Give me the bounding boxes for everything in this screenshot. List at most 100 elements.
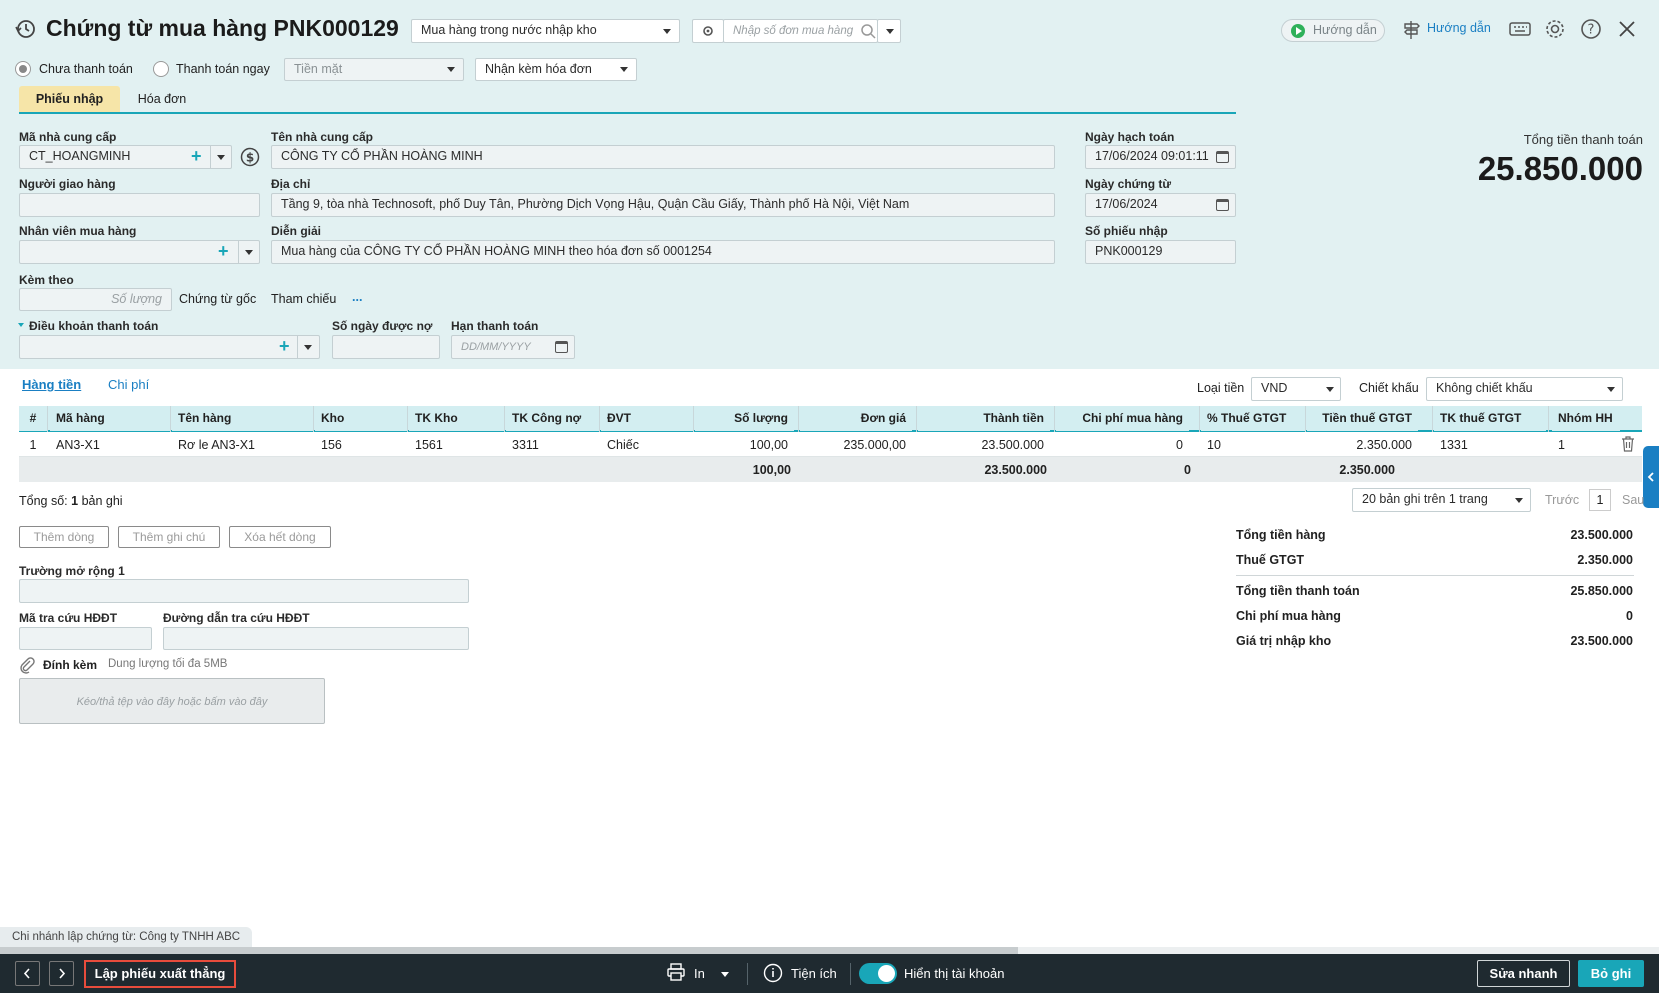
discard-button[interactable]: Bỏ ghi <box>1578 960 1644 987</box>
payment-terms-input[interactable] <box>19 335 320 359</box>
col-payable-account-header[interactable]: TK Công nợ <box>506 406 599 431</box>
einvoice-code-input[interactable] <box>19 627 152 650</box>
col-purchase-cost-header[interactable]: Chi phí mua hàng <box>1056 406 1189 431</box>
total-amount: 23.500.000 <box>984 463 1047 477</box>
collapse-caret-icon[interactable] <box>18 323 24 327</box>
utilities-button[interactable]: Tiện ích <box>791 954 837 993</box>
currency-icon[interactable]: $ <box>240 147 260 170</box>
order-settings-button[interactable] <box>692 19 724 43</box>
radio-unpaid[interactable] <box>15 61 31 77</box>
col-vat-rate-cell[interactable]: 10 <box>1201 433 1305 458</box>
col-warehouse-account-cell[interactable]: 1561 <box>409 433 504 458</box>
col-unit-header[interactable]: ĐVT <box>601 406 693 431</box>
calendar-icon[interactable] <box>555 341 568 353</box>
calendar-icon[interactable] <box>1216 151 1229 163</box>
col-unit-price-cell[interactable]: 235.000,00 <box>800 433 912 458</box>
einvoice-link-input[interactable] <box>163 627 469 650</box>
attached-quantity-input[interactable]: Số lượng <box>19 288 172 311</box>
purchase-type-select[interactable]: Mua hàng trong nước nhập kho <box>411 19 680 43</box>
ext-field-input[interactable] <box>19 579 469 603</box>
payment-method-select[interactable]: Tiền mặt <box>284 58 464 81</box>
help-icon[interactable]: ? <box>1580 18 1602 43</box>
trash-icon[interactable] <box>1621 436 1635 455</box>
col-product-group-header[interactable]: Nhóm HH <box>1552 406 1620 431</box>
page-number[interactable]: 1 <box>1589 489 1611 511</box>
prev-record-button[interactable] <box>15 961 40 986</box>
show-accounts-toggle[interactable] <box>859 963 897 984</box>
col-item-name-header[interactable]: Tên hàng <box>172 406 313 431</box>
chevron-down-icon[interactable] <box>245 250 253 255</box>
tab-goods-amount[interactable]: Hàng tiền <box>22 377 81 392</box>
add-row-button[interactable]: Thêm dòng <box>19 526 109 548</box>
discount-select[interactable]: Không chiết khấu <box>1426 377 1623 401</box>
order-search-input[interactable]: Nhập số đơn mua hàng <box>723 19 878 43</box>
video-guide-button[interactable]: Hướng dẫn <box>1281 19 1385 42</box>
col-amount-cell[interactable]: 23.500.000 <box>918 433 1050 458</box>
col-quantity-cell[interactable]: 100,00 <box>695 433 794 458</box>
tab-costs[interactable]: Chi phí <box>108 377 149 392</box>
print-button[interactable]: In <box>694 954 705 993</box>
col-warehouse-header[interactable]: Kho <box>315 406 407 431</box>
chevron-down-icon[interactable] <box>304 345 312 350</box>
col-vat-account-cell[interactable]: 1331 <box>1434 433 1546 458</box>
search-icon[interactable] <box>860 23 876 42</box>
supplier-name-input[interactable]: CÔNG TY CỔ PHẦN HOÀNG MINH <box>271 145 1055 169</box>
header-area <box>0 0 1659 369</box>
close-icon[interactable] <box>1617 19 1637 42</box>
col-item-code-header[interactable]: Mã hàng <box>50 406 170 431</box>
reference-link[interactable]: Tham chiếu <box>271 292 336 306</box>
col-product-group-cell[interactable]: 1 <box>1552 433 1620 458</box>
col-amount-header[interactable]: Thành tiền <box>918 406 1050 431</box>
file-drop-zone[interactable]: Kéo/thả tệp vào đây hoặc bấm vào đây <box>19 678 325 724</box>
next-record-button[interactable] <box>49 961 74 986</box>
receipt-no-input[interactable]: PNK000129 <box>1085 240 1236 264</box>
add-supplier-icon[interactable]: + <box>191 146 202 166</box>
col-unit-price-header[interactable]: Đơn giá <box>800 406 912 431</box>
credit-days-input[interactable] <box>332 335 440 359</box>
scrollbar-thumb[interactable] <box>0 947 1018 954</box>
description-input[interactable]: Mua hàng của CÔNG TY CỔ PHẦN HOÀNG MINH … <box>271 240 1055 264</box>
col-index-header[interactable]: # <box>19 406 47 431</box>
prev-page-button[interactable]: Trước <box>1545 493 1579 507</box>
tab-invoice-label: Hóa đơn <box>137 92 187 106</box>
page-size-select[interactable]: 20 bản ghi trên 1 trang <box>1352 488 1531 512</box>
horizontal-scrollbar[interactable] <box>0 947 1659 954</box>
doc-date-input[interactable]: 17/06/2024 <box>1085 193 1236 217</box>
chevron-down-icon[interactable] <box>217 155 225 160</box>
tab-receipt[interactable]: Phiếu nhập <box>19 86 120 112</box>
next-page-button[interactable]: Sau <box>1622 493 1644 507</box>
posting-date-input[interactable]: 17/06/2024 09:01:11 <box>1085 145 1236 169</box>
col-vat-rate-header[interactable]: % Thuế GTGT <box>1201 406 1305 431</box>
col-vat-amount-cell[interactable]: 2.350.000 <box>1307 433 1418 458</box>
col-vat-amount-header[interactable]: Tiền thuế GTGT <box>1307 406 1418 431</box>
col-warehouse-cell[interactable]: 156 <box>315 433 407 458</box>
gear-icon[interactable] <box>1544 18 1566 43</box>
calendar-icon[interactable] <box>1216 199 1229 211</box>
delete-all-rows-button[interactable]: Xóa hết dòng <box>229 526 331 548</box>
col-payable-account-cell[interactable]: 3311 <box>506 433 599 458</box>
printer-icon[interactable] <box>666 962 686 985</box>
create-export-button[interactable]: Lập phiếu xuất thẳng <box>84 960 236 988</box>
col-index-cell[interactable]: 1 <box>19 433 47 458</box>
col-quantity-header[interactable]: Số lượng <box>695 406 794 431</box>
col-unit-cell[interactable]: Chiếc <box>601 433 693 458</box>
add-note-button[interactable]: Thêm ghi chú <box>118 526 220 548</box>
history-icon[interactable] <box>14 18 36 40</box>
address-input[interactable]: Tầng 9, tòa nhà Technosoft, phố Duy Tân,… <box>271 193 1055 217</box>
tab-invoice[interactable]: Hóa đơn <box>128 86 196 112</box>
keyboard-icon[interactable] <box>1509 20 1531 41</box>
col-item-name-cell[interactable]: Rơ le AN3-X1 <box>172 433 313 458</box>
radio-paid-now[interactable] <box>153 61 169 77</box>
add-buyer-icon[interactable]: + <box>218 241 229 261</box>
col-warehouse-account-header[interactable]: TK Kho <box>409 406 504 431</box>
reference-more-button[interactable]: ... <box>352 290 362 304</box>
invoice-option-select[interactable]: Nhận kèm hóa đơn <box>475 58 637 81</box>
col-item-code-cell[interactable]: AN3-X1 <box>50 433 170 458</box>
side-panel-toggle[interactable] <box>1643 446 1659 508</box>
col-vat-account-header[interactable]: TK thuế GTGT <box>1434 406 1546 431</box>
guide-button[interactable]: Hướng dẫn <box>1400 19 1505 43</box>
deliverer-input[interactable] <box>19 193 260 217</box>
add-payment-terms-icon[interactable]: + <box>279 336 290 356</box>
col-purchase-cost-cell[interactable]: 0 <box>1056 433 1189 458</box>
quick-edit-button[interactable]: Sửa nhanh <box>1477 960 1570 987</box>
